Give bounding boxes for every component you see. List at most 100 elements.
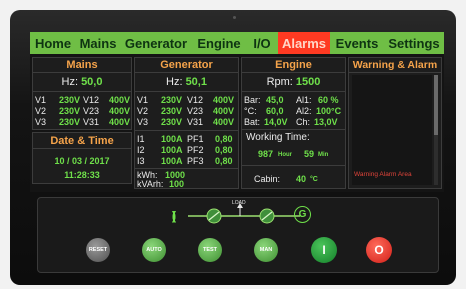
tab-events[interactable]: Events <box>330 32 384 54</box>
tab-home[interactable]: Home <box>30 32 76 54</box>
engine-al1-value: 60 % <box>318 95 339 105</box>
tab-generator[interactable]: Generator <box>120 32 192 54</box>
gen-v1-label: V1 <box>137 95 149 105</box>
engine-rpm: Rpm: 1500 <box>242 76 345 88</box>
engine-al2-value: 100°C <box>316 106 342 116</box>
tab-io[interactable]: I/O <box>246 32 278 54</box>
gen-v23-value: 400V <box>213 106 235 116</box>
gen-i2-value: 100A <box>161 145 183 155</box>
mains-v12-value: 400V <box>109 95 131 105</box>
engine-temp-value: 60,0 <box>266 106 284 116</box>
gen-kvarh-value: 100 <box>169 179 185 189</box>
engine-al2-label: Al2: <box>296 106 312 116</box>
mains-v1-label: V1 <box>35 95 47 105</box>
mains-title: Mains <box>33 58 131 73</box>
cabin-label: Cabin: <box>254 174 281 184</box>
generator-hz-value: 50,1 <box>185 76 207 88</box>
start-button[interactable]: I <box>311 237 337 263</box>
engine-al1-label: Al1: <box>296 95 312 105</box>
tab-alarms[interactable]: Alarms <box>278 32 330 54</box>
mains-v2-value: 230V <box>59 106 81 116</box>
engine-ch-value: 13,0V <box>314 117 338 127</box>
engine-bar-value: 45,0 <box>266 95 284 105</box>
generator-title: Generator <box>135 58 238 73</box>
tab-engine[interactable]: Engine <box>192 32 246 54</box>
gen-i3-label: I3 <box>137 156 145 166</box>
generator-divider-3 <box>135 168 238 169</box>
man-button[interactable]: MAN <box>254 238 278 262</box>
generator-divider-1 <box>135 91 238 92</box>
gen-v2-value: 230V <box>161 106 183 116</box>
engine-rpm-value: 1500 <box>295 76 321 88</box>
warning-alarm-panel: Warning & Alarm Warning Alarm Area <box>348 57 442 189</box>
engine-temp-label: °C: <box>244 106 257 116</box>
mains-panel: Mains Hz: 50,0 V1 230V V12 400V V2 230V … <box>32 57 132 130</box>
tab-mains[interactable]: Mains <box>76 32 120 54</box>
gen-v3-label: V3 <box>137 117 149 127</box>
reset-button[interactable]: RESET <box>86 238 110 262</box>
engine-panel: Engine Rpm: 1500 Bar: 45,0 Al1: 60 % °C:… <box>241 57 346 189</box>
mains-frequency: Hz: 50,0 <box>33 76 131 88</box>
gen-pf3-value: 0,80 <box>215 156 233 166</box>
mains-hz-label: Hz: <box>61 76 79 88</box>
generator-frequency: Hz: 50,1 <box>135 76 238 88</box>
control-panel: (()) G LOAD RESET AUTO TEST MAN I O <box>37 197 439 273</box>
working-minutes-unit: Min <box>318 152 329 158</box>
gen-pf1-value: 0,80 <box>215 134 233 144</box>
gen-i1-label: I1 <box>137 134 145 144</box>
gen-v31-value: 400V <box>213 117 235 127</box>
stop-button[interactable]: O <box>366 237 392 263</box>
mains-v3-value: 230V <box>59 117 81 127</box>
engine-title: Engine <box>242 58 345 73</box>
main-screen: Mains Hz: 50,0 V1 230V V12 400V V2 230V … <box>30 54 444 192</box>
warning-scrollbar-thumb[interactable] <box>434 75 438 135</box>
gen-v3-value: 230V <box>161 117 183 127</box>
mains-divider <box>33 91 131 92</box>
time-value: 11:28:33 <box>64 170 100 180</box>
gen-pf2-value: 0,80 <box>215 145 233 155</box>
gen-pf1-label: PF1 <box>187 134 204 144</box>
mains-v31-value: 400V <box>109 117 131 127</box>
datetime-title: Date & Time <box>33 134 131 149</box>
gen-v12-value: 400V <box>213 95 235 105</box>
mains-v23-value: 400V <box>109 106 131 116</box>
cabin-value: 40 <box>296 174 307 184</box>
test-button[interactable]: TEST <box>198 238 222 262</box>
cabin-unit: °C <box>310 176 318 183</box>
generator-divider-2 <box>135 130 238 131</box>
working-hours-unit: Hour <box>278 152 292 158</box>
engine-rpm-label: Rpm: <box>266 76 293 88</box>
gen-v2-label: V2 <box>137 106 149 116</box>
engine-bar-label: Bar: <box>244 95 261 105</box>
engine-divider-3 <box>242 165 345 166</box>
mains-v2-label: V2 <box>35 106 47 116</box>
gen-v23-label: V23 <box>187 106 204 116</box>
mains-source-icon: (()) <box>162 207 182 225</box>
mains-v31-label: V31 <box>83 117 100 127</box>
gen-v1-value: 230V <box>161 95 183 105</box>
engine-ch-label: Ch: <box>296 117 311 127</box>
auto-button[interactable]: AUTO <box>142 238 166 262</box>
gen-i3-value: 100A <box>161 156 183 166</box>
mains-hz-value: 50,0 <box>81 76 103 88</box>
warning-alarm-title: Warning & Alarm <box>349 58 441 73</box>
mains-v3-label: V3 <box>35 117 47 127</box>
mains-v23-label: V23 <box>83 106 100 116</box>
gen-v31-label: V31 <box>187 117 204 127</box>
datetime-panel: Date & Time 10 / 03 / 2017 11:28:33 <box>32 132 132 184</box>
generator-source-icon: G <box>294 206 311 223</box>
warning-alarm-list[interactable] <box>352 75 432 185</box>
engine-bat-value: 14,0V <box>264 117 288 127</box>
warning-alarm-area-text: Warning Alarm Area <box>354 171 412 178</box>
gen-pf2-label: PF2 <box>187 145 204 155</box>
load-label: LOAD <box>232 200 246 206</box>
camera-dot <box>233 16 236 19</box>
gen-pf3-label: PF3 <box>187 156 204 166</box>
gen-v12-label: V12 <box>187 95 204 105</box>
working-minutes-value: 59 <box>304 149 315 159</box>
working-hours-value: 987 <box>258 149 274 159</box>
date-value: 10 / 03 / 2017 <box>54 156 110 166</box>
generator-hz-label: Hz: <box>166 76 183 88</box>
tab-settings[interactable]: Settings <box>384 32 444 54</box>
warning-scrollbar[interactable] <box>434 75 438 185</box>
